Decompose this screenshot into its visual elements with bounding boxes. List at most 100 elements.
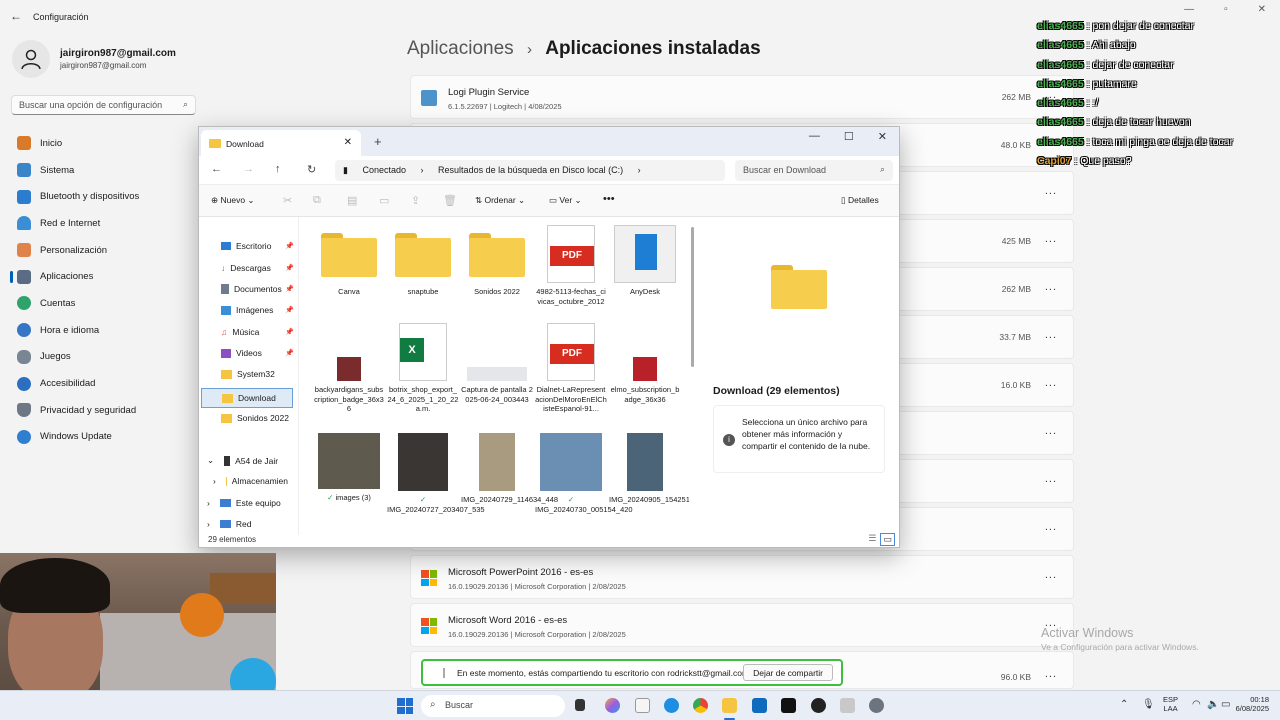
nav-item-hora[interactable]: Hora e idioma bbox=[10, 317, 196, 344]
file-item[interactable]: elmo_subscription_badge_36x36 bbox=[609, 323, 681, 404]
taskbar-search[interactable]: ⌕ Buscar bbox=[421, 695, 565, 717]
delete-icon[interactable]: 🗑 bbox=[443, 194, 457, 207]
new-button[interactable]: ⊕ Nuevo ⌄ bbox=[211, 195, 255, 206]
nav-download[interactable]: Download bbox=[201, 388, 293, 408]
more-options-icon[interactable]: ... bbox=[1045, 668, 1057, 680]
outlook-icon[interactable] bbox=[752, 698, 767, 713]
file-item[interactable]: ✓ IMG_20240730_005154_420 bbox=[535, 433, 633, 514]
microphone-icon[interactable]: 🎙 bbox=[1142, 699, 1155, 710]
app-row[interactable]: Microsoft PowerPoint 2016 - es-es 16.0.1… bbox=[410, 555, 1074, 599]
tab-download[interactable]: Download ✕ bbox=[201, 130, 361, 156]
nav-red[interactable]: › Red bbox=[207, 519, 282, 529]
more-options-icon[interactable]: ... bbox=[1045, 521, 1057, 533]
file-item[interactable]: Xbotrix_shop_export_24_6_2025_1_20_22 a.… bbox=[387, 323, 459, 414]
maximize-icon[interactable]: ▫ bbox=[1224, 4, 1228, 15]
more-options-icon[interactable]: ... bbox=[1045, 473, 1057, 485]
settings-search-input[interactable]: Buscar una opción de configuración ⌕ bbox=[11, 95, 196, 115]
share-icon[interactable]: ⇪ bbox=[411, 194, 420, 207]
tiles-view-icon[interactable]: ▭ bbox=[880, 533, 895, 546]
file-item[interactable]: backyardigans_subscription_badge_36x36 bbox=[313, 323, 385, 414]
explorer-search-input[interactable]: Buscar en Download ⌕ bbox=[735, 160, 893, 181]
drag-handle[interactable] bbox=[443, 668, 445, 678]
close-icon[interactable]: ✕ bbox=[878, 130, 887, 143]
nav-musica[interactable]: ♫ Música 📌 bbox=[221, 327, 296, 337]
user-profile[interactable]: jairgiron987@gmail.com jairgiron987@gmai… bbox=[12, 40, 176, 78]
more-options-icon[interactable]: ... bbox=[1045, 233, 1057, 245]
nav-item-sistema[interactable]: Sistema bbox=[10, 157, 196, 184]
back-icon[interactable]: ← bbox=[211, 163, 222, 175]
nav-item-juegos[interactable]: Juegos bbox=[10, 344, 196, 371]
details-button[interactable]: ▯ Detalles bbox=[841, 195, 879, 206]
more-options-icon[interactable]: ••• bbox=[603, 193, 615, 205]
volume-icon[interactable]: 🔈 bbox=[1207, 699, 1219, 710]
app-icon[interactable] bbox=[840, 698, 855, 713]
details-view-icon[interactable]: ☰ bbox=[868, 533, 876, 546]
edge-icon[interactable] bbox=[664, 698, 679, 713]
paste-icon[interactable]: ▤ bbox=[347, 194, 357, 207]
more-options-icon[interactable]: ... bbox=[1045, 569, 1057, 581]
copy-icon[interactable]: ⧉ bbox=[313, 194, 321, 207]
breadcrumb-parent[interactable]: Aplicaciones bbox=[407, 38, 514, 59]
file-item[interactable]: Captura de pantalla 2025-06-24_003443 bbox=[461, 323, 533, 404]
windows-start-icon[interactable] bbox=[397, 698, 413, 714]
minimize-icon[interactable]: — bbox=[1184, 4, 1194, 15]
nav-item-red[interactable]: Red e Internet bbox=[10, 210, 196, 237]
wifi-icon[interactable]: ◠ bbox=[1192, 699, 1201, 710]
maximize-icon[interactable]: ☐ bbox=[844, 130, 854, 143]
file-item[interactable]: IMG_20240905_154251_811 bbox=[609, 433, 689, 505]
forward-icon[interactable]: → bbox=[243, 163, 254, 175]
obs-icon[interactable] bbox=[811, 698, 826, 713]
nav-item-inicio[interactable]: Inicio bbox=[10, 130, 196, 157]
address-root[interactable]: Conectado bbox=[362, 165, 406, 175]
file-item[interactable]: PDF Dialnet-LaRepresentacionDelMoroEnElCh… bbox=[535, 323, 607, 414]
more-options-icon[interactable]: ... bbox=[1045, 281, 1057, 293]
nav-item-personalizacion[interactable]: Personalización bbox=[10, 237, 196, 264]
sort-button[interactable]: ⇅ Ordenar ⌄ bbox=[475, 195, 525, 206]
file-item[interactable]: ✓ IMG_20240727_203407_535 bbox=[387, 433, 485, 514]
nav-item-cuentas[interactable]: Cuentas bbox=[10, 290, 196, 317]
file-item[interactable]: IMG_20240729_114634_448 bbox=[461, 433, 558, 505]
file-explorer-icon[interactable] bbox=[722, 698, 737, 713]
file-item[interactable]: Canva bbox=[313, 225, 385, 297]
refresh-icon[interactable]: ↻ bbox=[307, 163, 316, 176]
task-view-icon[interactable] bbox=[575, 699, 585, 711]
close-tab-icon[interactable]: ✕ bbox=[344, 137, 352, 148]
nav-item-aplicaciones[interactable]: Aplicaciones bbox=[10, 263, 196, 290]
file-item[interactable]: Sonidos 2022 bbox=[461, 225, 533, 297]
file-item[interactable]: PDF 4982-5113-fechas_civicas_octubre_2012 bbox=[535, 225, 607, 306]
tiktok-icon[interactable] bbox=[781, 698, 796, 713]
rename-icon[interactable]: ▭ bbox=[379, 194, 389, 207]
up-icon[interactable]: ↑ bbox=[275, 163, 281, 175]
close-icon[interactable]: ✕ bbox=[1258, 4, 1266, 15]
nav-item-bluetooth[interactable]: Bluetooth y dispositivos bbox=[10, 183, 196, 210]
nav-almacenamiento[interactable]: › Almacenamien bbox=[213, 476, 288, 486]
nav-descargas[interactable]: ↓ Descargas 📌 bbox=[221, 263, 296, 273]
more-options-icon[interactable]: ... bbox=[1045, 425, 1057, 437]
more-options-icon[interactable]: ... bbox=[1045, 377, 1057, 389]
vertical-scrollbar[interactable] bbox=[691, 227, 694, 367]
widgets-icon[interactable] bbox=[635, 698, 650, 713]
nav-item-windows-update[interactable]: Windows Update bbox=[10, 424, 196, 451]
file-item[interactable]: snaptube bbox=[387, 225, 459, 297]
back-arrow-icon[interactable]: ← bbox=[10, 9, 22, 23]
new-tab-icon[interactable]: + bbox=[374, 134, 382, 149]
address-path[interactable]: Resultados de la búsqueda en Disco local… bbox=[438, 165, 623, 175]
nav-item-accesibilidad[interactable]: Accesibilidad bbox=[10, 370, 196, 397]
app-row[interactable]: Microsoft Word 2016 - es-es 16.0.19029.2… bbox=[410, 603, 1074, 647]
nav-documentos[interactable]: Documentos 📌 bbox=[221, 284, 296, 294]
view-button[interactable]: ▭ Ver ⌄ bbox=[549, 195, 582, 206]
file-item[interactable]: ✓ images (3) bbox=[313, 433, 385, 503]
nav-sonidos-2022[interactable]: Sonidos 2022 bbox=[221, 413, 296, 423]
app-row[interactable]: Logi Plugin Service 6.1.5.22697 | Logite… bbox=[410, 75, 1074, 119]
minimize-icon[interactable]: — bbox=[809, 130, 820, 143]
file-item[interactable]: AnyDesk bbox=[609, 225, 681, 297]
nav-imagenes[interactable]: Imágenes 📌 bbox=[221, 305, 296, 315]
settings-gear-icon[interactable] bbox=[869, 698, 884, 713]
nav-a54-de-jair[interactable]: ⌄ A54 de Jair bbox=[207, 455, 282, 466]
address-bar[interactable]: ▮ Conectado › Resultados de la búsqueda … bbox=[335, 160, 725, 181]
nav-item-privacidad[interactable]: Privacidad y seguridad bbox=[10, 397, 196, 424]
cut-icon[interactable]: ✂ bbox=[283, 194, 292, 207]
chevron-up-icon[interactable]: ⌃ bbox=[1120, 699, 1128, 710]
stop-sharing-button[interactable]: Dejar de compartir bbox=[743, 664, 833, 681]
nav-escritorio[interactable]: Escritorio 📌 bbox=[221, 241, 296, 251]
